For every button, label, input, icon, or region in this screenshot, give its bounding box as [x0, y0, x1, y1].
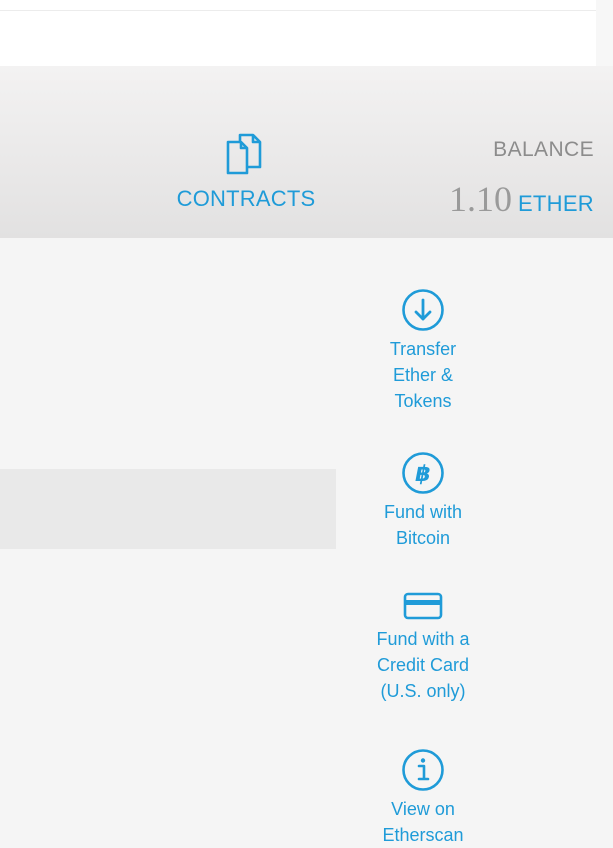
- fund-with-bitcoin-button[interactable]: ฿ Fund with Bitcoin: [358, 451, 488, 551]
- transfer-ether-tokens-button[interactable]: Transfer Ether & Tokens: [358, 288, 488, 414]
- bitcoin-icon: ฿: [402, 452, 444, 494]
- info-icon: [402, 749, 444, 791]
- contracts-label: CONTRACTS: [176, 186, 316, 211]
- balance-unit: ETHER: [517, 191, 594, 216]
- fund-with-bitcoin-label: Fund with Bitcoin: [358, 499, 488, 551]
- label-line: Bitcoin: [395, 528, 451, 548]
- label-line: Ether &: [392, 365, 454, 385]
- svg-text:฿: ฿: [415, 462, 430, 487]
- contracts-icon: [226, 133, 262, 175]
- top-strip: [0, 0, 613, 66]
- label-line: Fund with: [383, 502, 463, 522]
- credit-card-icon: [403, 592, 443, 620]
- label-line: Fund with a: [376, 629, 470, 649]
- label-line: View on: [391, 799, 455, 819]
- top-divider: [0, 10, 596, 11]
- arrow-down-circle-icon: [402, 289, 444, 331]
- balance-amount: 1.10: [448, 179, 512, 219]
- label-line: Tokens: [394, 391, 452, 411]
- fund-with-credit-card-button[interactable]: Fund with a Credit Card (U.S. only): [358, 590, 488, 704]
- top-right-gap: [596, 0, 613, 66]
- view-on-etherscan-button[interactable]: View on Etherscan: [358, 748, 488, 848]
- view-on-etherscan-label: View on Etherscan: [358, 796, 488, 848]
- label-line: (U.S. only): [380, 681, 466, 701]
- transfer-ether-tokens-label: Transfer Ether & Tokens: [358, 336, 488, 414]
- balance-display: 1.10 ETHER: [449, 178, 594, 220]
- label-line: Transfer: [389, 339, 457, 359]
- fund-with-credit-card-label: Fund with a Credit Card (U.S. only): [358, 626, 488, 704]
- content-row-band: [0, 469, 336, 549]
- label-line: Etherscan: [382, 825, 464, 845]
- contracts-nav-button[interactable]: CONTRACTS: [168, 132, 324, 218]
- label-line: Credit Card: [376, 655, 470, 675]
- balance-label: BALANCE: [493, 138, 594, 161]
